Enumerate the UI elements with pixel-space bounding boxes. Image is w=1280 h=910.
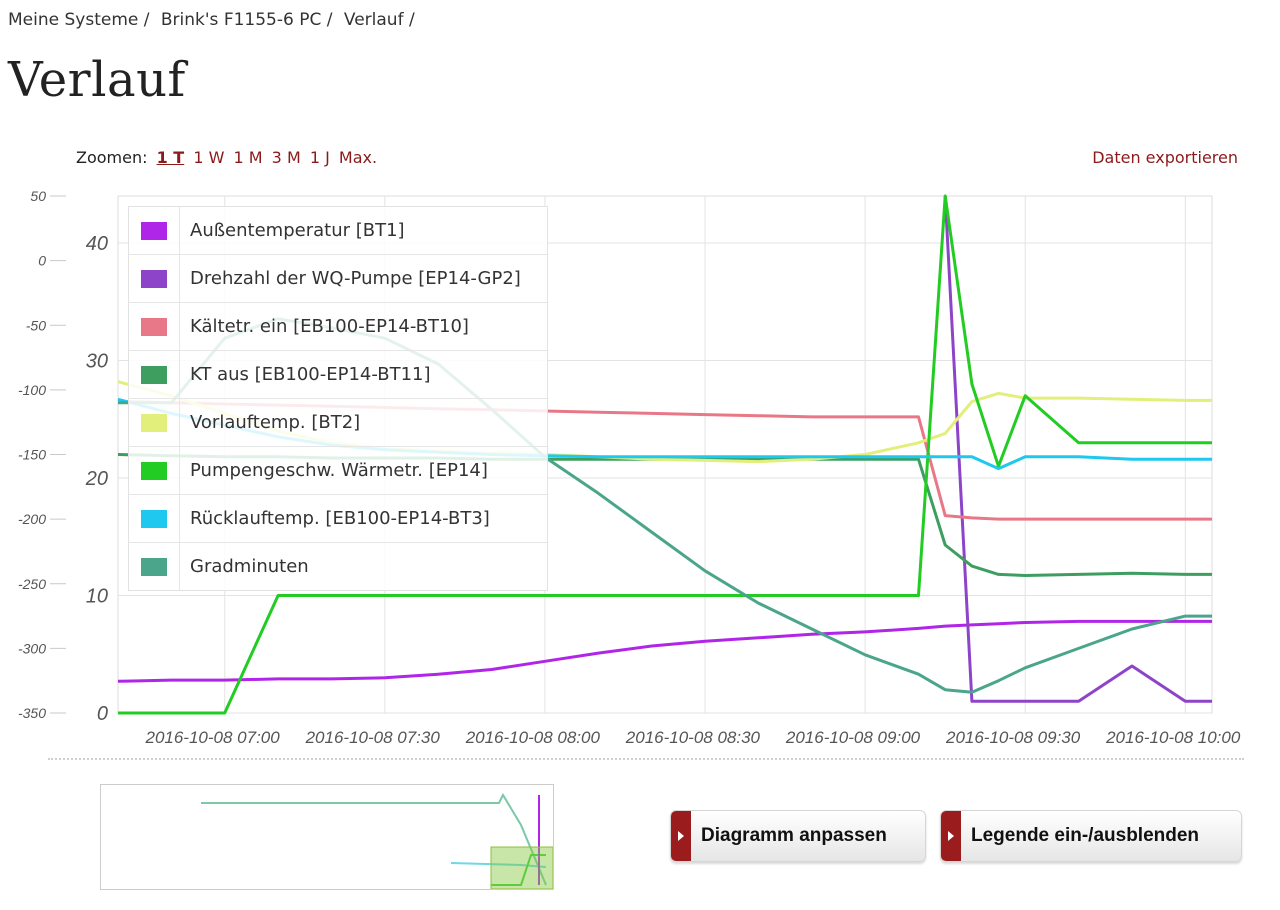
y-right-tick-label: 20 bbox=[85, 468, 108, 490]
legend-swatch bbox=[141, 509, 167, 528]
legend-item[interactable]: Pumpengeschw. Wärmetr. [EP14] bbox=[129, 447, 547, 495]
y-left-tick-label: -100 bbox=[18, 382, 46, 398]
legend-label: KT aus [EB100-EP14-BT11] bbox=[190, 364, 431, 385]
arrow-right-icon bbox=[941, 811, 961, 861]
legend-label: Rücklauftemp. [EB100-EP14-BT3] bbox=[190, 508, 490, 529]
zoom-option-1-week[interactable]: 1 W bbox=[193, 148, 224, 167]
legend-label: Kältetr. ein [EB100-EP14-BT10] bbox=[190, 316, 469, 337]
y-left-tick-label: 50 bbox=[30, 188, 46, 204]
y-left-tick-label: -250 bbox=[18, 576, 46, 592]
x-tick-label: 2016-10-08 08:00 bbox=[465, 728, 601, 747]
y-right-tick-label: 30 bbox=[86, 351, 108, 373]
breadcrumb: Meine Systeme / Brink's F1155-6 PC / Ver… bbox=[8, 10, 415, 30]
chart-navigator[interactable] bbox=[100, 784, 554, 890]
breadcrumb-item-device[interactable]: Brink's F1155-6 PC bbox=[161, 10, 321, 30]
y-right-tick-label: 40 bbox=[86, 233, 108, 255]
export-data-link[interactable]: Daten exportieren bbox=[1092, 148, 1238, 167]
customize-chart-label: Diagramm anpassen bbox=[701, 825, 887, 846]
y-left-tick-label: -50 bbox=[26, 317, 46, 333]
y-left-tick-label: -150 bbox=[18, 447, 46, 463]
x-tick-label: 2016-10-08 10:00 bbox=[1105, 728, 1241, 747]
customize-chart-button[interactable]: Diagramm anpassen bbox=[670, 810, 926, 862]
arrow-right-icon bbox=[671, 811, 691, 861]
zoom-option-1-year[interactable]: 1 J bbox=[310, 148, 330, 167]
x-tick-label: 2016-10-08 07:00 bbox=[144, 728, 280, 747]
legend-item[interactable]: Drehzahl der WQ-Pumpe [EP14-GP2] bbox=[129, 255, 547, 303]
y-right-tick-label: 0 bbox=[97, 703, 108, 725]
legend-swatch bbox=[141, 413, 167, 432]
breadcrumb-item-systems[interactable]: Meine Systeme bbox=[8, 10, 138, 30]
y-left-tick-label: 0 bbox=[38, 253, 46, 269]
legend-label: Vorlauftemp. [BT2] bbox=[190, 412, 361, 433]
y-left-tick-label: -350 bbox=[18, 705, 46, 721]
navigator-range-selector bbox=[490, 846, 553, 889]
y-left-tick-label: -200 bbox=[18, 511, 46, 527]
legend-item[interactable]: Gradminuten bbox=[129, 543, 547, 590]
legend-label: Drehzahl der WQ-Pumpe [EP14-GP2] bbox=[190, 268, 521, 289]
legend-swatch bbox=[141, 557, 167, 576]
page-title: Verlauf bbox=[8, 52, 186, 108]
legend-item[interactable]: Rücklauftemp. [EB100-EP14-BT3] bbox=[129, 495, 547, 543]
divider bbox=[48, 758, 1244, 760]
zoom-label: Zoomen: bbox=[76, 148, 148, 167]
y-right-tick-label: 10 bbox=[86, 586, 108, 608]
legend-item[interactable]: Außentemperatur [BT1] bbox=[129, 207, 547, 255]
x-tick-label: 2016-10-08 09:00 bbox=[785, 728, 921, 747]
legend-item[interactable]: KT aus [EB100-EP14-BT11] bbox=[129, 351, 547, 399]
zoom-option-3-months[interactable]: 3 M bbox=[272, 148, 301, 167]
legend-label: Pumpengeschw. Wärmetr. [EP14] bbox=[190, 460, 488, 481]
zoom-bar: Zoomen: 1 T 1 W 1 M 3 M 1 J Max. bbox=[76, 148, 377, 167]
breadcrumb-item-history[interactable]: Verlauf bbox=[344, 10, 404, 30]
legend-swatch bbox=[141, 317, 167, 336]
legend-label: Außentemperatur [BT1] bbox=[190, 220, 405, 241]
chart-legend: Außentemperatur [BT1] Drehzahl der WQ-Pu… bbox=[128, 206, 548, 591]
legend-swatch bbox=[141, 269, 167, 288]
x-tick-label: 2016-10-08 09:30 bbox=[945, 728, 1081, 747]
legend-swatch bbox=[141, 221, 167, 240]
y-left-tick-label: -300 bbox=[18, 640, 46, 656]
legend-item[interactable]: Kältetr. ein [EB100-EP14-BT10] bbox=[129, 303, 547, 351]
x-tick-label: 2016-10-08 08:30 bbox=[625, 728, 761, 747]
legend-swatch bbox=[141, 365, 167, 384]
zoom-option-max[interactable]: Max. bbox=[339, 148, 377, 167]
toggle-legend-button[interactable]: Legende ein-/ausblenden bbox=[940, 810, 1242, 862]
legend-swatch bbox=[141, 461, 167, 480]
x-tick-label: 2016-10-08 07:30 bbox=[305, 728, 441, 747]
legend-label: Gradminuten bbox=[190, 556, 309, 577]
zoom-option-1-month[interactable]: 1 M bbox=[234, 148, 263, 167]
zoom-option-1-day[interactable]: 1 T bbox=[157, 148, 185, 167]
toggle-legend-label: Legende ein-/ausblenden bbox=[971, 825, 1200, 846]
legend-item[interactable]: Vorlauftemp. [BT2] bbox=[129, 399, 547, 447]
